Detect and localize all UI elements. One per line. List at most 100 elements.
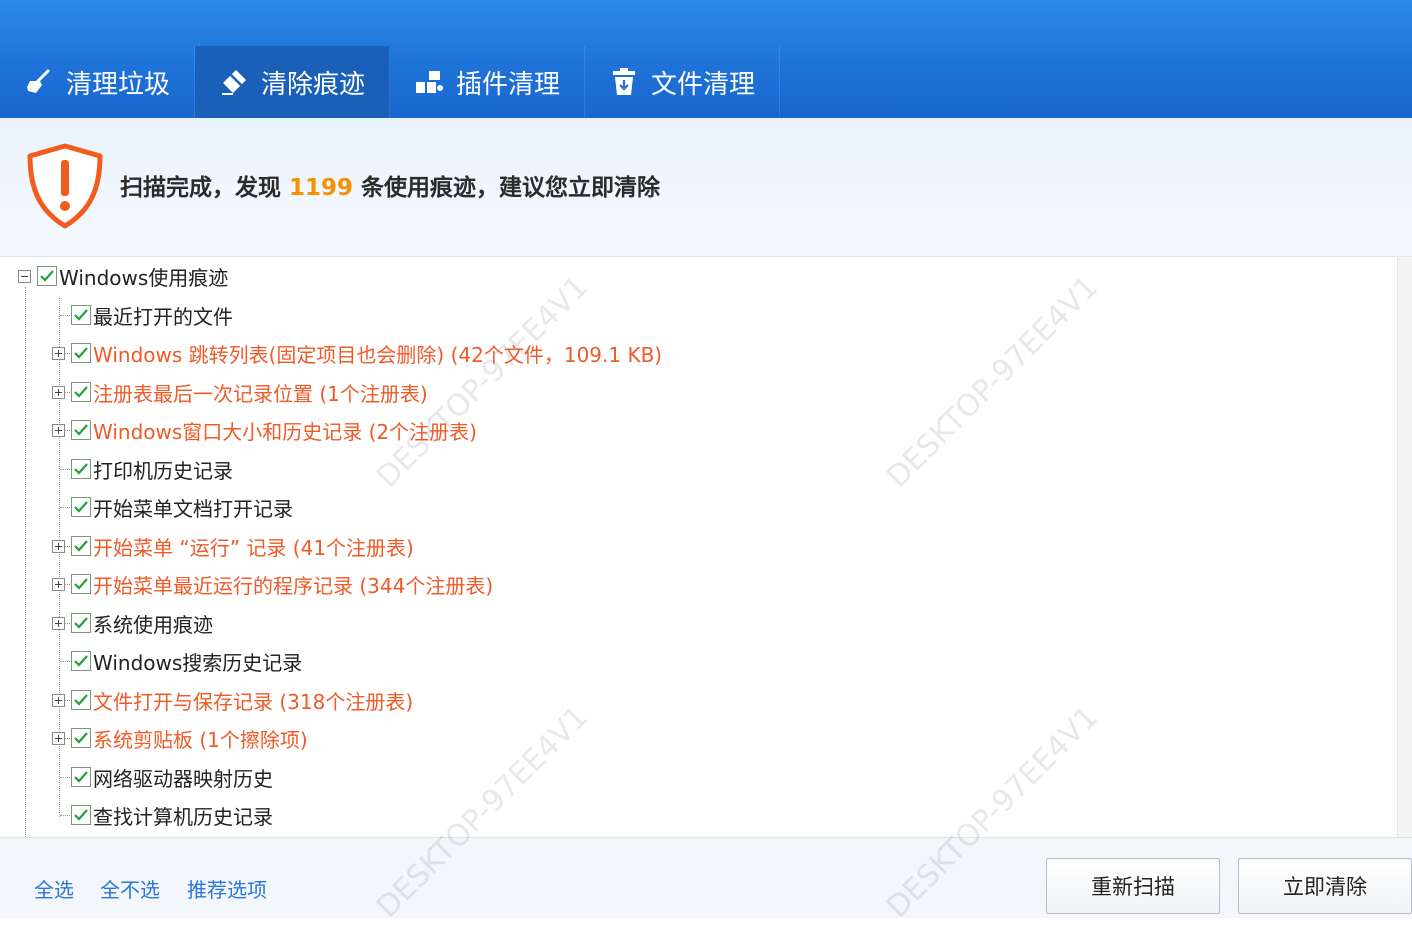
tree-item[interactable]: 开始菜单 “运行” 记录 (41个注册表) xyxy=(52,527,414,565)
tree-item-label: Windows窗口大小和历史记录 (2个注册表) xyxy=(93,419,477,444)
checkbox[interactable] xyxy=(71,805,91,825)
tree-item[interactable]: 查找计算机历史记录 xyxy=(52,796,273,834)
tree-item[interactable]: 文件打开与保存记录 (318个注册表) xyxy=(52,681,413,719)
clean-now-button-label: 立即清除 xyxy=(1283,875,1367,899)
tree-item[interactable]: 网络驱动器映射历史 xyxy=(52,758,273,796)
expand-toggle[interactable] xyxy=(52,346,65,360)
checkbox[interactable] xyxy=(71,651,91,671)
checkbox[interactable] xyxy=(71,497,91,517)
tree-item-label: Windows搜索历史记录 xyxy=(93,650,303,675)
checkmark-icon xyxy=(74,424,88,436)
expand-toggle[interactable] xyxy=(52,731,65,745)
tree-item[interactable]: 开始菜单最近运行的程序记录 (344个注册表) xyxy=(52,565,493,603)
tree-item[interactable]: 最近打开的文件 xyxy=(52,296,233,334)
tree-item-label: 查找计算机历史记录 xyxy=(93,804,273,829)
tab-strip: 清理垃圾 清除痕迹 插件清理 文件清理 xyxy=(0,46,781,118)
scan-result-message: 扫描完成，发现 1199 条使用痕迹，建议您立即清除 xyxy=(120,168,660,202)
tree-item-label: 打印机历史记录 xyxy=(93,458,233,483)
scan-summary: 扫描完成，发现 1199 条使用痕迹，建议您立即清除 xyxy=(0,118,1412,257)
trace-tree: Windows使用痕迹 最近打开的文件 Windows 跳转列表(固定项目也会删除… xyxy=(0,257,1412,837)
plugin-icon xyxy=(414,67,444,97)
trash-bin-icon xyxy=(609,67,639,97)
tree-item-label: 开始菜单 “运行” 记录 (41个注册表) xyxy=(93,535,414,560)
tab-clean-files[interactable]: 文件清理 xyxy=(585,46,781,118)
expand-toggle[interactable] xyxy=(52,577,65,591)
tree-item-label: 注册表最后一次记录位置 (1个注册表) xyxy=(93,381,428,406)
checkmark-icon xyxy=(74,771,88,783)
tab-label: 文件清理 xyxy=(651,69,756,100)
clean-now-button[interactable]: 立即清除 xyxy=(1238,858,1412,914)
checkbox[interactable] xyxy=(71,343,91,363)
checkmark-icon xyxy=(74,732,88,744)
checkmark-icon xyxy=(74,809,88,821)
tree-item-label: Windows 跳转列表(固定项目也会删除) (42个文件，109.1 KB) xyxy=(93,342,663,367)
select-all-link[interactable]: 全选 xyxy=(34,874,74,903)
checkmark-icon xyxy=(74,347,88,359)
warning-shield-icon xyxy=(27,143,103,229)
checkmark-icon xyxy=(74,578,88,590)
tree-scrollbar[interactable] xyxy=(1397,257,1412,837)
tree-guide-line xyxy=(25,287,26,837)
checkmark-icon xyxy=(74,655,88,667)
tab-label: 清除痕迹 xyxy=(261,69,366,100)
tree-item-label: 开始菜单最近运行的程序记录 (344个注册表) xyxy=(93,573,494,598)
checkbox[interactable] xyxy=(71,382,91,402)
checkmark-icon xyxy=(40,270,54,282)
checkmark-icon xyxy=(74,309,88,321)
expand-toggle[interactable] xyxy=(52,423,65,437)
message-suffix: 条使用痕迹，建议您立即清除 xyxy=(361,175,661,201)
top-tab-bar: 清理垃圾 清除痕迹 插件清理 文件清理 xyxy=(0,0,1412,118)
expand-toggle[interactable] xyxy=(52,539,65,553)
eraser-icon xyxy=(219,67,249,97)
checkbox[interactable] xyxy=(37,266,57,286)
tree-item[interactable]: Windows窗口大小和历史记录 (2个注册表) xyxy=(52,411,477,449)
tree-item[interactable]: 开始菜单文档打开记录 xyxy=(52,488,293,526)
trace-count: 1199 xyxy=(289,175,354,201)
tree-item[interactable]: 系统使用痕迹 xyxy=(52,604,213,642)
checkbox[interactable] xyxy=(71,420,91,440)
recommended-options-link[interactable]: 推荐选项 xyxy=(187,874,267,903)
tab-clean-plugins[interactable]: 插件清理 xyxy=(390,46,586,118)
expand-toggle[interactable] xyxy=(52,616,65,630)
tree-item[interactable]: Windows搜索历史记录 xyxy=(52,642,302,680)
checkbox[interactable] xyxy=(71,613,91,633)
tab-clean-traces[interactable]: 清除痕迹 xyxy=(195,46,391,118)
expand-toggle[interactable] xyxy=(52,385,65,399)
tree-item-label: 网络驱动器映射历史 xyxy=(93,766,273,791)
checkmark-icon xyxy=(74,694,88,706)
tab-label: 清理垃圾 xyxy=(66,69,171,100)
checkbox[interactable] xyxy=(71,767,91,787)
checkmark-icon xyxy=(74,463,88,475)
broom-icon xyxy=(24,67,54,97)
checkbox[interactable] xyxy=(71,459,91,479)
tree-item[interactable]: Windows 跳转列表(固定项目也会删除) (42个文件，109.1 KB) xyxy=(52,334,662,372)
tree-item-label: 系统剪贴板 (1个擦除项) xyxy=(93,727,308,752)
checkbox[interactable] xyxy=(71,536,91,556)
expand-toggle[interactable] xyxy=(52,693,65,707)
tree-item-label: 最近打开的文件 xyxy=(93,304,233,329)
tree-item[interactable]: 注册表最后一次记录位置 (1个注册表) xyxy=(52,373,428,411)
footer-bar: 全选 全不选 推荐选项 重新扫描 立即清除 xyxy=(0,837,1412,918)
checkbox[interactable] xyxy=(71,305,91,325)
checkmark-icon xyxy=(74,501,88,513)
checkbox[interactable] xyxy=(71,574,91,594)
tree-root-label: Windows使用痕迹 xyxy=(59,265,229,290)
tree-item[interactable]: 系统剪贴板 (1个擦除项) xyxy=(52,719,308,757)
tab-clean-junk[interactable]: 清理垃圾 xyxy=(0,46,196,118)
rescan-button[interactable]: 重新扫描 xyxy=(1046,858,1220,914)
collapse-toggle[interactable] xyxy=(18,269,31,283)
checkbox[interactable] xyxy=(71,728,91,748)
tree-item[interactable]: 打印机历史记录 xyxy=(52,450,233,488)
checkbox[interactable] xyxy=(71,690,91,710)
tree-item-label: 系统使用痕迹 xyxy=(93,612,213,637)
select-none-link[interactable]: 全不选 xyxy=(100,874,160,903)
checkmark-icon xyxy=(74,540,88,552)
message-prefix: 扫描完成，发现 xyxy=(120,175,281,201)
tab-label: 插件清理 xyxy=(456,69,561,100)
tree-root[interactable]: Windows使用痕迹 xyxy=(18,257,228,295)
